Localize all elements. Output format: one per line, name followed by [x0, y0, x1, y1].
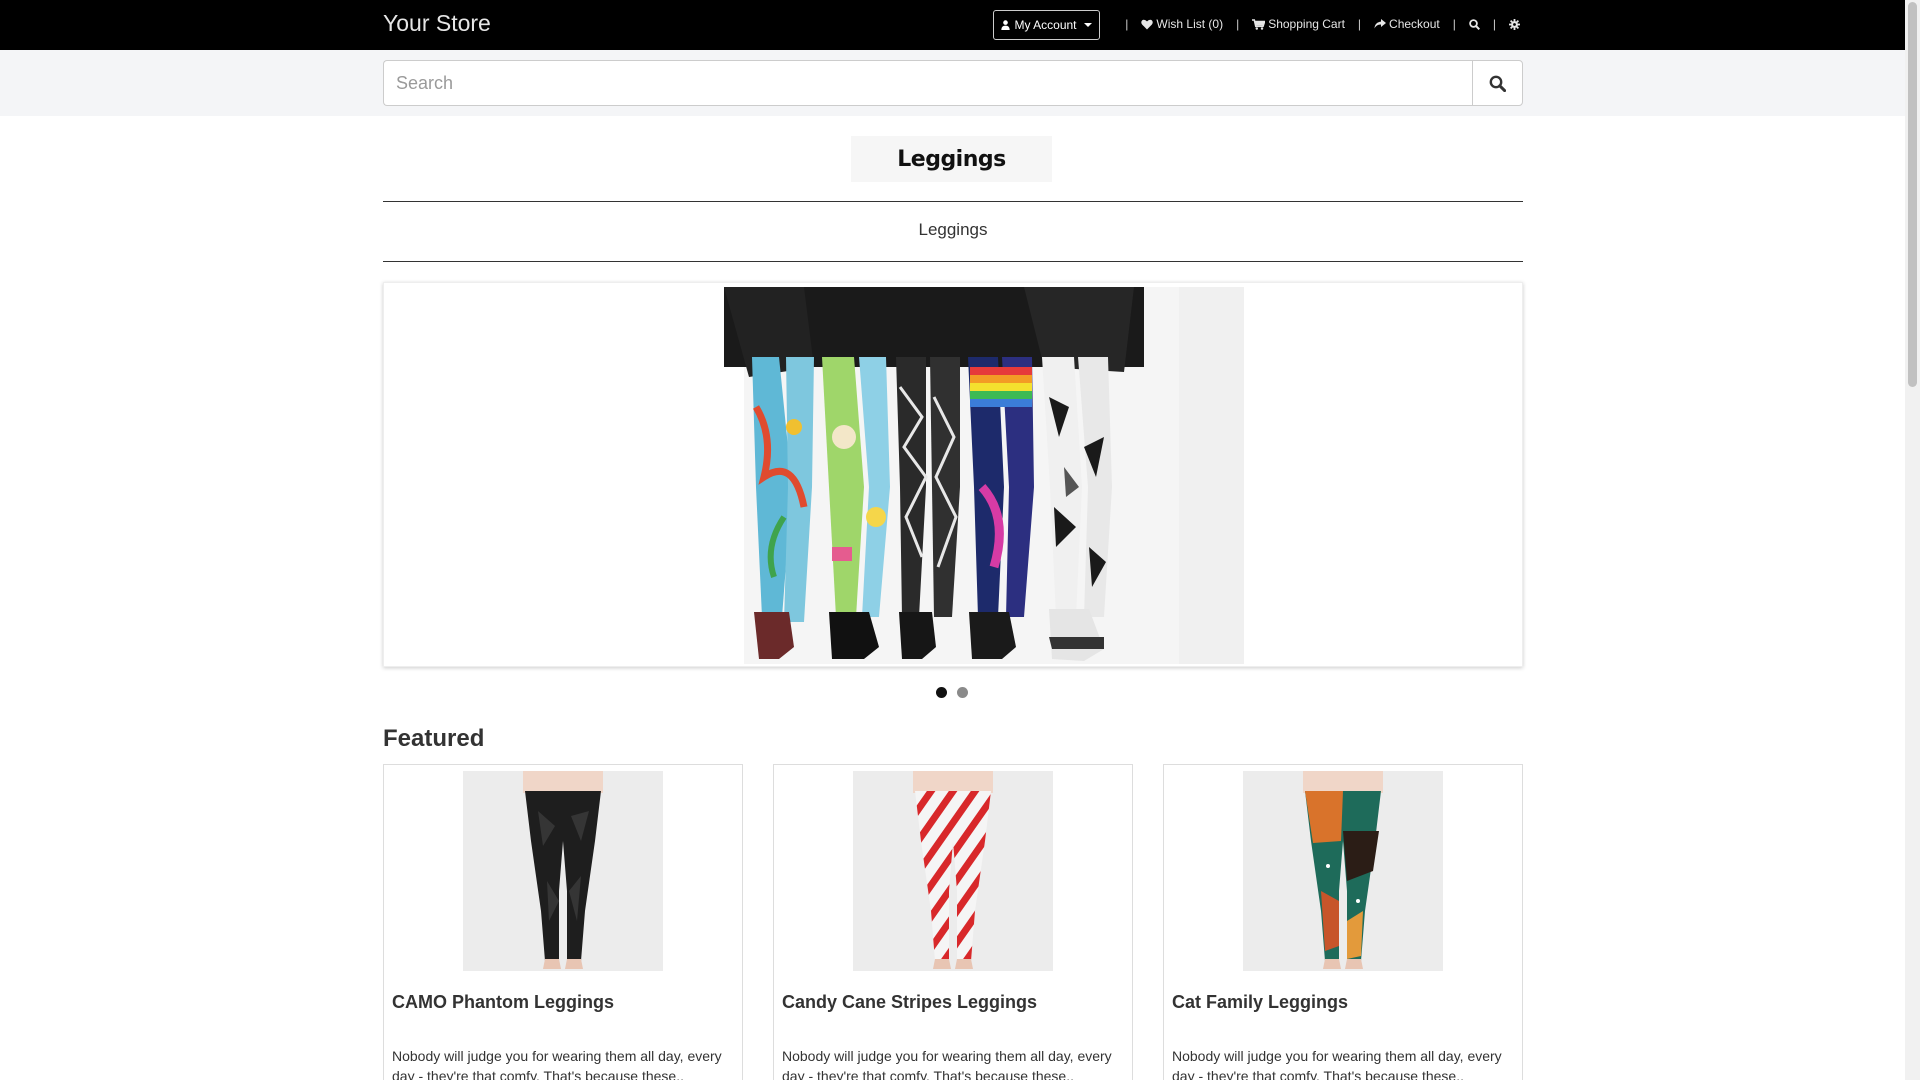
search-input[interactable] [383, 60, 1473, 106]
product-image[interactable] [463, 771, 663, 971]
product-card: CAMO Phantom Leggings Nobody will judge … [383, 764, 743, 1080]
share-icon [1374, 19, 1387, 29]
category-title: Leggings [918, 220, 988, 239]
search-bar [0, 50, 1905, 116]
store-logo-link[interactable]: Your Store [383, 10, 491, 37]
category-logo: Leggings [851, 136, 1052, 182]
search-toggle[interactable] [1469, 18, 1480, 30]
my-account-label: My Account [1014, 18, 1077, 32]
wishlist-label: Wish List (0) [1156, 17, 1224, 31]
separator: | [1125, 17, 1129, 31]
cart-icon [1252, 18, 1266, 30]
product-description: Nobody will judge you for wearing them a… [1172, 1048, 1502, 1080]
search-button[interactable] [1472, 60, 1523, 106]
caret-down-icon [1083, 23, 1092, 27]
product-image[interactable] [1243, 771, 1443, 971]
scrollbar-thumb[interactable] [1908, 2, 1917, 387]
search-icon [1489, 75, 1506, 92]
wishlist-link[interactable]: Wish List (0) [1141, 17, 1223, 31]
separator: | [1452, 17, 1456, 31]
slide-dot-1[interactable] [936, 687, 947, 698]
separator: | [1357, 17, 1362, 31]
search-icon [1469, 18, 1480, 30]
my-account-dropdown[interactable]: My Account [993, 10, 1100, 40]
product-image[interactable] [853, 771, 1053, 971]
product-description: Nobody will judge you for wearing them a… [782, 1048, 1112, 1080]
slideshow[interactable] [383, 282, 1523, 667]
slide-dot-2[interactable] [957, 687, 968, 698]
product-description: Nobody will judge you for wearing them a… [392, 1048, 722, 1080]
heart-icon [1141, 19, 1154, 29]
user-icon [1001, 20, 1011, 30]
separator: | [1492, 17, 1496, 31]
checkout-link[interactable]: Checkout [1374, 17, 1440, 31]
slide-image [664, 287, 1244, 664]
page-scrollbar[interactable] [1905, 0, 1920, 1080]
checkout-label: Checkout [1389, 17, 1440, 31]
product-name[interactable]: Candy Cane Stripes Leggings [782, 992, 1037, 1013]
product-name[interactable]: Cat Family Leggings [1172, 992, 1348, 1013]
top-links: | Wish List (0) | Shopping Cart | Checko… [1112, 15, 1520, 33]
camo-leggings-image [463, 771, 663, 971]
cat-family-leggings-image [1243, 771, 1443, 971]
top-navbar: Your Store My Account | Wish List (0) | … [0, 0, 1905, 50]
gear-icon [1509, 18, 1520, 30]
divider [383, 261, 1523, 262]
slideshow-pagination [936, 687, 968, 698]
product-card: Cat Family Leggings Nobody will judge yo… [1163, 764, 1523, 1080]
settings-toggle[interactable] [1509, 18, 1520, 30]
product-name[interactable]: CAMO Phantom Leggings [392, 992, 614, 1013]
shopping-cart-label: Shopping Cart [1268, 17, 1345, 31]
candy-cane-leggings-image [853, 771, 1053, 971]
separator: | [1236, 17, 1240, 31]
featured-heading: Featured [383, 725, 485, 752]
shopping-cart-link[interactable]: Shopping Cart [1252, 17, 1345, 31]
product-card: Candy Cane Stripes Leggings Nobody will … [773, 764, 1133, 1080]
